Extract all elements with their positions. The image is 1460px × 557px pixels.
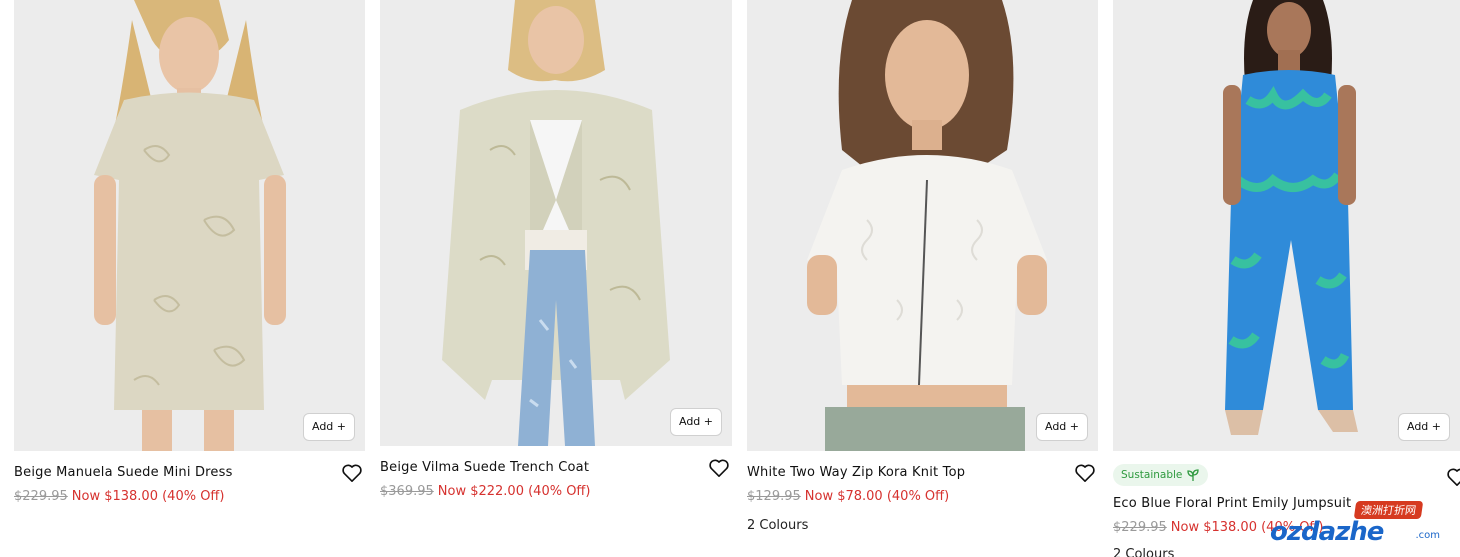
colour-count[interactable]: 2 Colours [1113, 547, 1460, 557]
colour-count[interactable]: 2 Colours [747, 518, 1098, 533]
price: $229.95 Now $138.00 (40% Off) [14, 489, 365, 504]
original-price: $229.95 [1113, 520, 1167, 535]
product-title[interactable]: Beige Vilma Suede Trench Coat [380, 460, 732, 475]
product-info: White Two Way Zip Kora Knit Top $129.95 N… [747, 451, 1098, 533]
sale-price: Now $138.00 (40% Off) [71, 489, 225, 504]
badge-row: Sustainable [1113, 463, 1460, 487]
original-price: $369.95 [380, 484, 434, 499]
original-price: $129.95 [747, 489, 801, 504]
sale-price: Now $222.00 (40% Off) [437, 484, 591, 499]
heart-icon[interactable] [341, 463, 363, 483]
original-price: $229.95 [14, 489, 68, 504]
add-to-bag-button[interactable]: Add + [302, 413, 355, 441]
product-title[interactable]: White Two Way Zip Kora Knit Top [747, 465, 1098, 480]
product-card[interactable]: Add + White Two Way Zip Kora Knit Top $1… [747, 0, 1098, 533]
sustainable-badge: Sustainable [1113, 464, 1209, 486]
price: $129.95 Now $78.00 (40% Off) [747, 489, 1098, 504]
heart-icon[interactable] [708, 458, 730, 478]
watermark-main-text: ozdazhe [1270, 517, 1384, 547]
add-to-bag-button[interactable]: Add + [669, 408, 722, 436]
product-image[interactable]: Add + [1113, 0, 1460, 451]
heart-icon[interactable] [1074, 463, 1096, 483]
price: $369.95 Now $222.00 (40% Off) [380, 484, 732, 499]
leaf-icon [1187, 469, 1200, 481]
badge-label: Sustainable [1121, 469, 1183, 481]
product-card[interactable]: Add + Beige Manuela Suede Mini Dress $22… [14, 0, 365, 504]
top-photo [747, 0, 1098, 451]
jumpsuit-photo [1113, 0, 1460, 451]
product-info: Beige Manuela Suede Mini Dress $229.95 No… [14, 451, 365, 504]
watermark-sub-text: .com [1415, 530, 1440, 541]
product-image[interactable]: Add + [14, 0, 365, 451]
add-to-bag-button[interactable]: Add + [1397, 413, 1450, 441]
product-card[interactable]: Add + Sustainable Eco Blue Floral Print … [1113, 0, 1460, 557]
product-image[interactable]: Add + [380, 0, 732, 446]
watermark-logo: 澳洲打折网 ozdazhe .com [1270, 501, 1440, 547]
add-to-bag-button[interactable]: Add + [1035, 413, 1088, 441]
product-title[interactable]: Beige Manuela Suede Mini Dress [14, 465, 365, 480]
dress-photo [14, 0, 365, 451]
coat-photo [380, 0, 732, 446]
sale-price: Now $78.00 (40% Off) [804, 489, 950, 504]
product-info: Beige Vilma Suede Trench Coat $369.95 Now… [380, 446, 732, 499]
product-image[interactable]: Add + [747, 0, 1098, 451]
product-card[interactable]: Add + Beige Vilma Suede Trench Coat $369… [380, 0, 732, 499]
heart-icon[interactable] [1446, 467, 1460, 487]
